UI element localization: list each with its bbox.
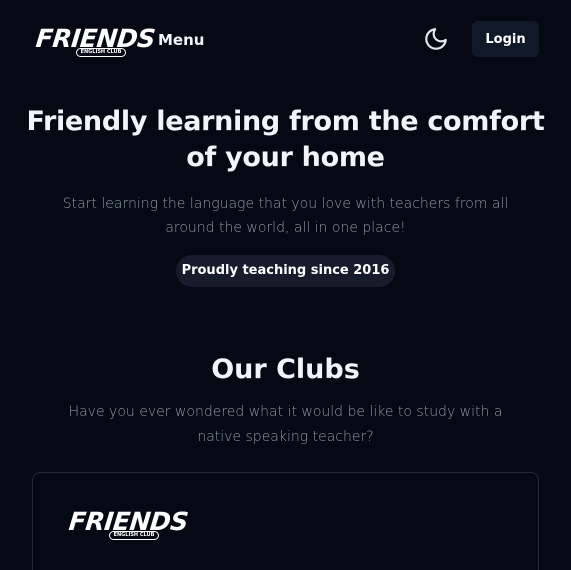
hero-subtitle: Start learning the language that you lov… xyxy=(62,196,509,236)
logo-link[interactable]: FRIENDS ENGLISH CLUB xyxy=(35,24,156,60)
since-badge: Proudly teaching since 2016 xyxy=(176,255,395,287)
menu-button[interactable]: Menu xyxy=(158,29,204,51)
logo-subtitle: ENGLISH CLUB xyxy=(76,48,126,57)
theme-toggle-button[interactable] xyxy=(423,26,449,52)
login-button[interactable]: Login xyxy=(472,21,539,57)
navbar: FRIENDS ENGLISH CLUB Menu Login xyxy=(0,0,571,80)
club-card[interactable]: FRIENDS ENGLISH CLUB xyxy=(32,472,539,570)
clubs-title: Our Clubs xyxy=(211,354,360,385)
club-card-logo-subtitle: ENGLISH CLUB xyxy=(109,531,159,540)
clubs-subtitle: Have you ever wondered what it would be … xyxy=(68,404,503,445)
moon-icon xyxy=(425,28,447,50)
hero-title: Friendly learning from the comfort of yo… xyxy=(26,106,545,173)
club-card-logo: FRIENDS ENGLISH CLUB xyxy=(68,507,189,543)
